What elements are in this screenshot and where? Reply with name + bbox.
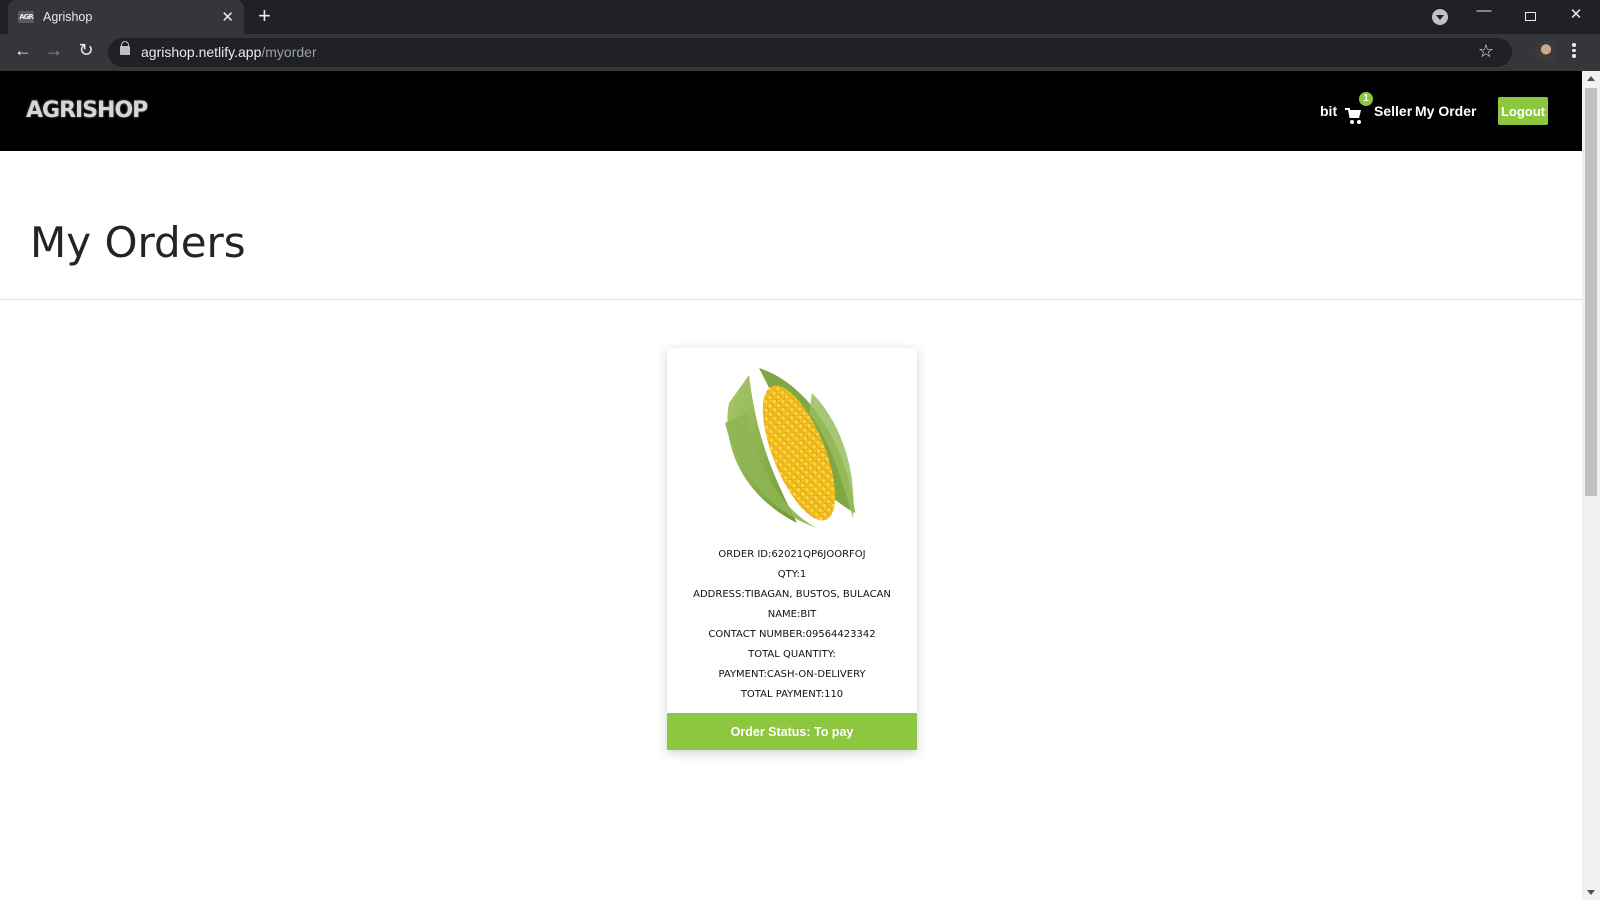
url-text[interactable]: agrishop.netlify.app/myorder [141, 44, 317, 60]
tab-title: Agrishop [43, 10, 93, 24]
corn-cob-image [725, 368, 855, 528]
agrishop-logo[interactable]: AGRISHOP [26, 98, 148, 123]
order-name: NAME:BIT [767, 609, 817, 620]
maximize-icon[interactable] [1520, 5, 1540, 22]
url-path: /myorder [261, 44, 317, 60]
browser-menu-icon[interactable] [1572, 41, 1578, 60]
bookmark-star-icon[interactable]: ☆ [1478, 41, 1494, 62]
address-bar[interactable]: agrishop.netlify.app/myorder ☆ [108, 38, 1512, 67]
title-divider [0, 299, 1582, 300]
new-tab-icon[interactable]: + [258, 5, 271, 27]
page-scrollbar[interactable] [1582, 71, 1600, 900]
order-payment: PAYMENT:CASH-ON-DELIVERY [718, 669, 866, 680]
tab-search-icon[interactable] [1432, 9, 1448, 25]
page-title: My Orders [30, 218, 246, 267]
order-status-badge: Order Status: To pay [667, 713, 917, 750]
scroll-up-icon[interactable] [1587, 76, 1595, 81]
order-total-quantity: TOTAL QUANTITY: [748, 649, 836, 660]
order-details: ORDER ID:62021QP6JOORFOJ QTY:1 ADDRESS:T… [667, 545, 917, 705]
order-contact: CONTACT NUMBER:09564423342 [708, 629, 876, 640]
username-label: bit [1320, 103, 1338, 119]
forward-arrow-icon[interactable]: → [43, 40, 65, 61]
minimize-icon[interactable]: — [1474, 2, 1494, 19]
logo-text: AGRISHOP [26, 98, 148, 123]
lock-icon[interactable] [120, 41, 130, 55]
order-address: ADDRESS:TIBAGAN, BUSTOS, BULACAN [693, 589, 891, 600]
browser-toolbar: ← → ↻ agrishop.netlify.app/myorder ☆ [0, 34, 1600, 71]
scroll-thumb[interactable] [1585, 88, 1597, 496]
scroll-down-icon[interactable] [1587, 890, 1595, 895]
seller-label: Seller [1374, 103, 1413, 119]
nav-seller[interactable]: Seller [1374, 71, 1412, 151]
close-window-icon[interactable]: ✕ [1566, 5, 1586, 23]
profile-avatar[interactable] [1535, 41, 1557, 63]
cart-count-badge: 1 [1359, 92, 1373, 106]
my-order-label: My Order [1415, 103, 1477, 119]
logout-button[interactable]: Logout [1498, 97, 1548, 125]
order-qty: QTY:1 [777, 569, 807, 580]
back-arrow-icon[interactable]: ← [12, 40, 34, 61]
order-card: ORDER ID:62021QP6JOORFOJ QTY:1 ADDRESS:T… [667, 348, 917, 750]
browser-tab[interactable]: AGR Agrishop ✕ [8, 0, 244, 34]
cart-icon [1345, 107, 1363, 124]
nav-my-order[interactable]: My Order [1415, 71, 1476, 151]
reload-icon[interactable]: ↻ [75, 40, 97, 61]
order-total-payment: TOTAL PAYMENT:110 [740, 689, 844, 700]
order-id: ORDER ID:62021QP6JOORFOJ [718, 549, 866, 560]
close-tab-icon[interactable]: ✕ [221, 10, 234, 25]
cart-link[interactable] [1345, 71, 1363, 151]
url-host: agrishop.netlify.app [141, 44, 262, 60]
browser-tab-strip: AGR Agrishop ✕ + — ✕ [0, 0, 1600, 34]
nav-username[interactable]: bit [1320, 71, 1337, 151]
site-header: AGRISHOP bit Seller My Order [0, 71, 1582, 151]
site-favicon-icon: AGR [18, 11, 34, 23]
